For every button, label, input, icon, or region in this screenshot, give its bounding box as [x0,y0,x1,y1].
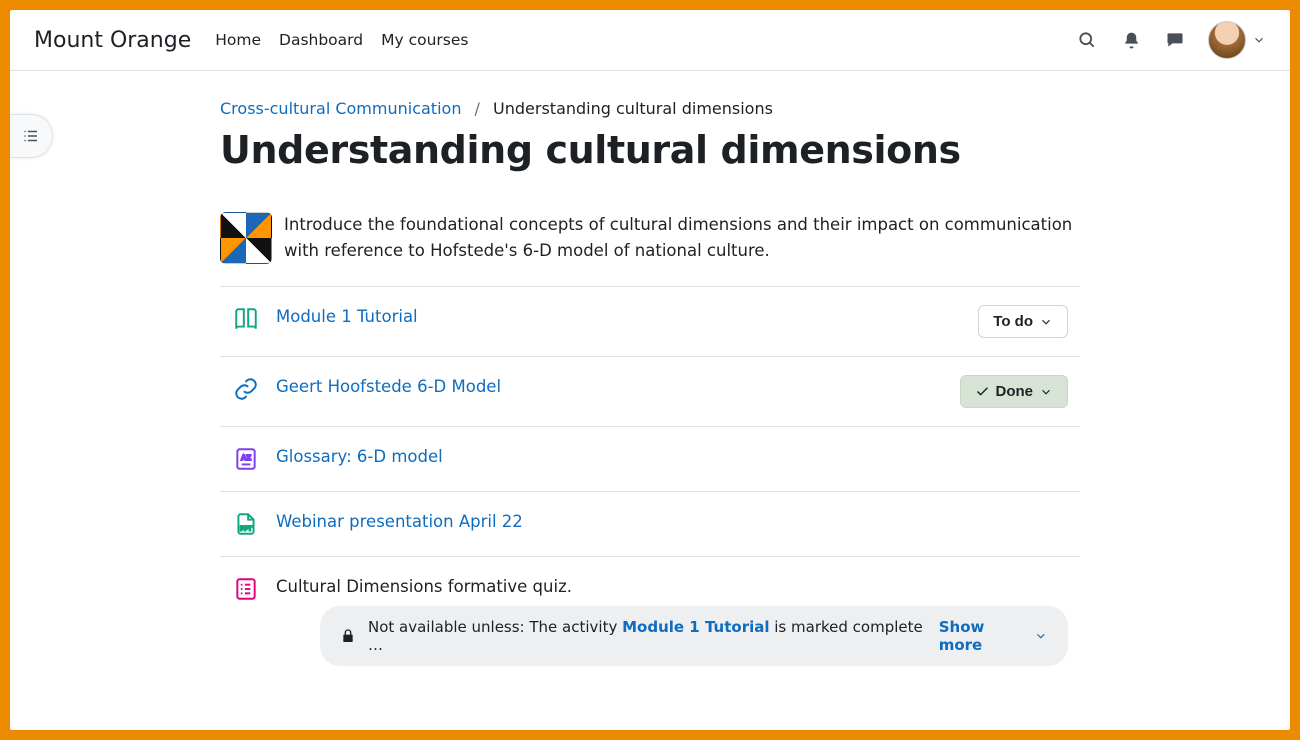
section-description: Introduce the foundational concepts of c… [284,212,1080,264]
restriction-text: Not available unless: The activity Modul… [368,618,927,654]
messages-icon[interactable] [1164,29,1186,51]
navbar-right [1076,21,1266,59]
svg-text:PPT: PPT [240,527,252,533]
breadcrumb: Cross-cultural Communication / Understan… [220,99,1080,118]
site-brand[interactable]: Mount Orange [34,28,191,53]
nav-dashboard[interactable]: Dashboard [279,31,363,49]
completion-label: To do [993,313,1033,330]
chevron-down-icon [1252,33,1266,47]
navbar: Mount Orange Home Dashboard My courses [10,10,1290,71]
show-more-button[interactable]: Show more [939,618,1048,654]
activity-row: Cultural Dimensions formative quiz. Not … [220,557,1080,684]
section-image [220,212,272,264]
primary-nav: Home Dashboard My courses [215,31,468,49]
lock-icon [340,628,356,644]
search-icon[interactable] [1076,29,1098,51]
link-icon [232,375,260,403]
activity-link[interactable]: Module 1 Tutorial [276,307,418,326]
svg-text:AZ: AZ [241,453,251,462]
check-icon [975,384,990,399]
file-ppt-icon: PPT [232,510,260,538]
activity-row: Module 1 Tutorial To do [220,287,1080,357]
bell-icon[interactable] [1120,29,1142,51]
activity-row: PPT Webinar presentation April 22 [220,492,1080,557]
restriction-activity-link[interactable]: Module 1 Tutorial [622,618,769,636]
course-index-toggle[interactable] [10,114,53,158]
activity-link[interactable]: Glossary: 6-D model [276,447,443,466]
app-window: Mount Orange Home Dashboard My courses [10,10,1290,730]
activity-row: Geert Hoofstede 6-D Model Done [220,357,1080,427]
completion-todo-button[interactable]: To do [978,305,1068,338]
page-title: Understanding cultural dimensions [220,128,1080,172]
chevron-down-icon [1034,629,1048,643]
glossary-icon: AZ [232,445,260,473]
restriction-banner: Not available unless: The activity Modul… [320,606,1068,666]
activity-title-locked: Cultural Dimensions formative quiz. [276,577,1068,596]
avatar [1208,21,1246,59]
completion-label: Done [996,383,1034,400]
activity-link[interactable]: Webinar presentation April 22 [276,512,523,531]
completion-done-button[interactable]: Done [960,375,1069,408]
user-menu[interactable] [1208,21,1266,59]
activity-list: Module 1 Tutorial To do Geert Hoofstede … [220,286,1080,684]
activity-row: AZ Glossary: 6-D model [220,427,1080,492]
main-content: Cross-cultural Communication / Understan… [200,71,1100,724]
chevron-down-icon [1039,385,1053,399]
nav-home[interactable]: Home [215,31,261,49]
breadcrumb-separator: / [475,99,480,118]
quiz-icon [232,575,260,603]
breadcrumb-course-link[interactable]: Cross-cultural Communication [220,99,461,118]
chevron-down-icon [1039,315,1053,329]
nav-mycourses[interactable]: My courses [381,31,468,49]
section-intro: Introduce the foundational concepts of c… [220,212,1080,264]
activity-link[interactable]: Geert Hoofstede 6-D Model [276,377,501,396]
book-icon [232,305,260,333]
breadcrumb-current: Understanding cultural dimensions [493,99,773,118]
